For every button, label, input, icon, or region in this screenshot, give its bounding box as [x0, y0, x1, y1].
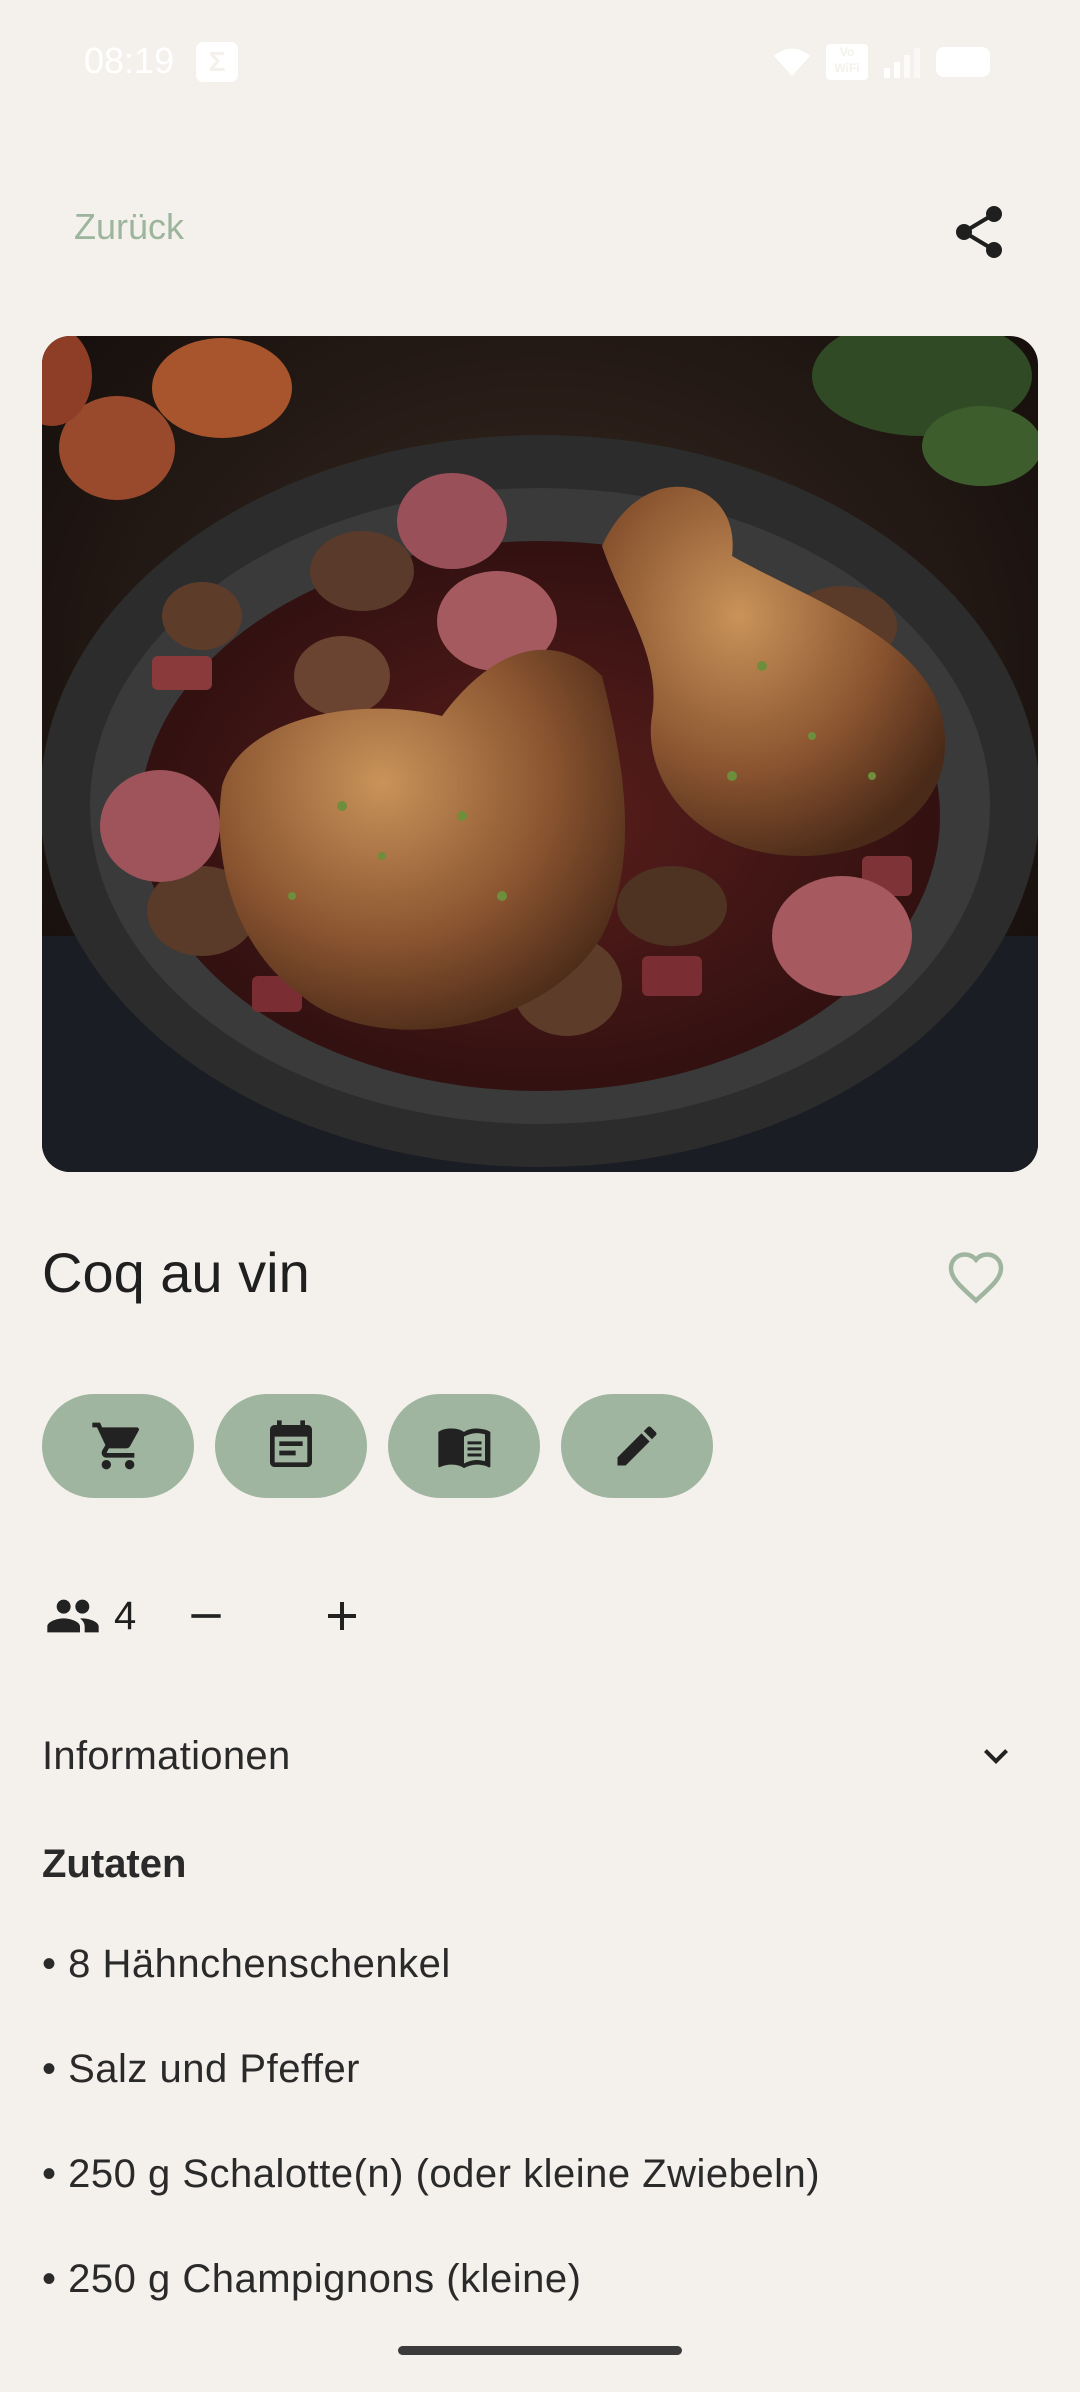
cooking-mode-button[interactable]: [388, 1394, 540, 1498]
status-bar: 08:19 Σ Vo WiFi: [0, 0, 1080, 125]
status-time: 08:19: [84, 40, 175, 81]
signal-icon: [882, 46, 922, 78]
add-to-shopping-list-button[interactable]: [42, 1394, 194, 1498]
ingredients-list: • 8 Hähnchenschenkel • Salz und Pfeffer …: [42, 1942, 820, 2362]
calendar-note-icon: [270, 1420, 312, 1467]
ingredient-item: • 250 g Schalotte(n) (oder kleine Zwiebe…: [42, 2152, 821, 2196]
recipe-image[interactable]: [42, 336, 1038, 1172]
chevron-down-icon: [984, 1749, 1008, 1764]
add-to-meal-plan-button[interactable]: [215, 1394, 367, 1498]
battery-icon: [936, 47, 990, 77]
increase-servings-button[interactable]: [312, 1586, 372, 1646]
decrease-servings-button[interactable]: [176, 1586, 236, 1646]
recipe-title: Coq au vin: [42, 1241, 310, 1304]
open-book-icon: [438, 1428, 491, 1469]
informationen-label: Informationen: [42, 1733, 291, 1778]
pencil-icon: [617, 1426, 657, 1466]
plus-icon: [328, 1602, 357, 1630]
back-button[interactable]: Zurück: [74, 206, 184, 248]
share-button[interactable]: [942, 200, 1014, 264]
share-icon: [956, 206, 1002, 258]
favorite-button[interactable]: [946, 1248, 1006, 1308]
heart-outline-icon: [948, 1252, 1004, 1304]
people-icon: [47, 1599, 99, 1633]
servings-count: 4: [114, 1593, 137, 1638]
action-buttons: [42, 1394, 713, 1498]
shopping-cart-icon: [92, 1422, 139, 1470]
edit-recipe-button[interactable]: [561, 1394, 713, 1498]
vowifi-icon: Vo WiFi: [826, 44, 868, 80]
servings-control: 4: [42, 1588, 372, 1644]
ingredient-item: • Salz und Pfeffer: [42, 2047, 361, 2091]
home-indicator[interactable]: [398, 2346, 682, 2355]
status-icons: Vo WiFi: [772, 44, 990, 80]
sigma-notification-icon: Σ: [196, 42, 238, 82]
wifi-icon: [772, 46, 812, 78]
informationen-expander[interactable]: Informationen: [42, 1728, 1038, 1784]
minus-icon: [191, 1614, 221, 1618]
ingredient-item: • 8 Hähnchenschenkel: [42, 1942, 451, 1986]
ingredients-title: Zutaten: [42, 1842, 187, 1886]
